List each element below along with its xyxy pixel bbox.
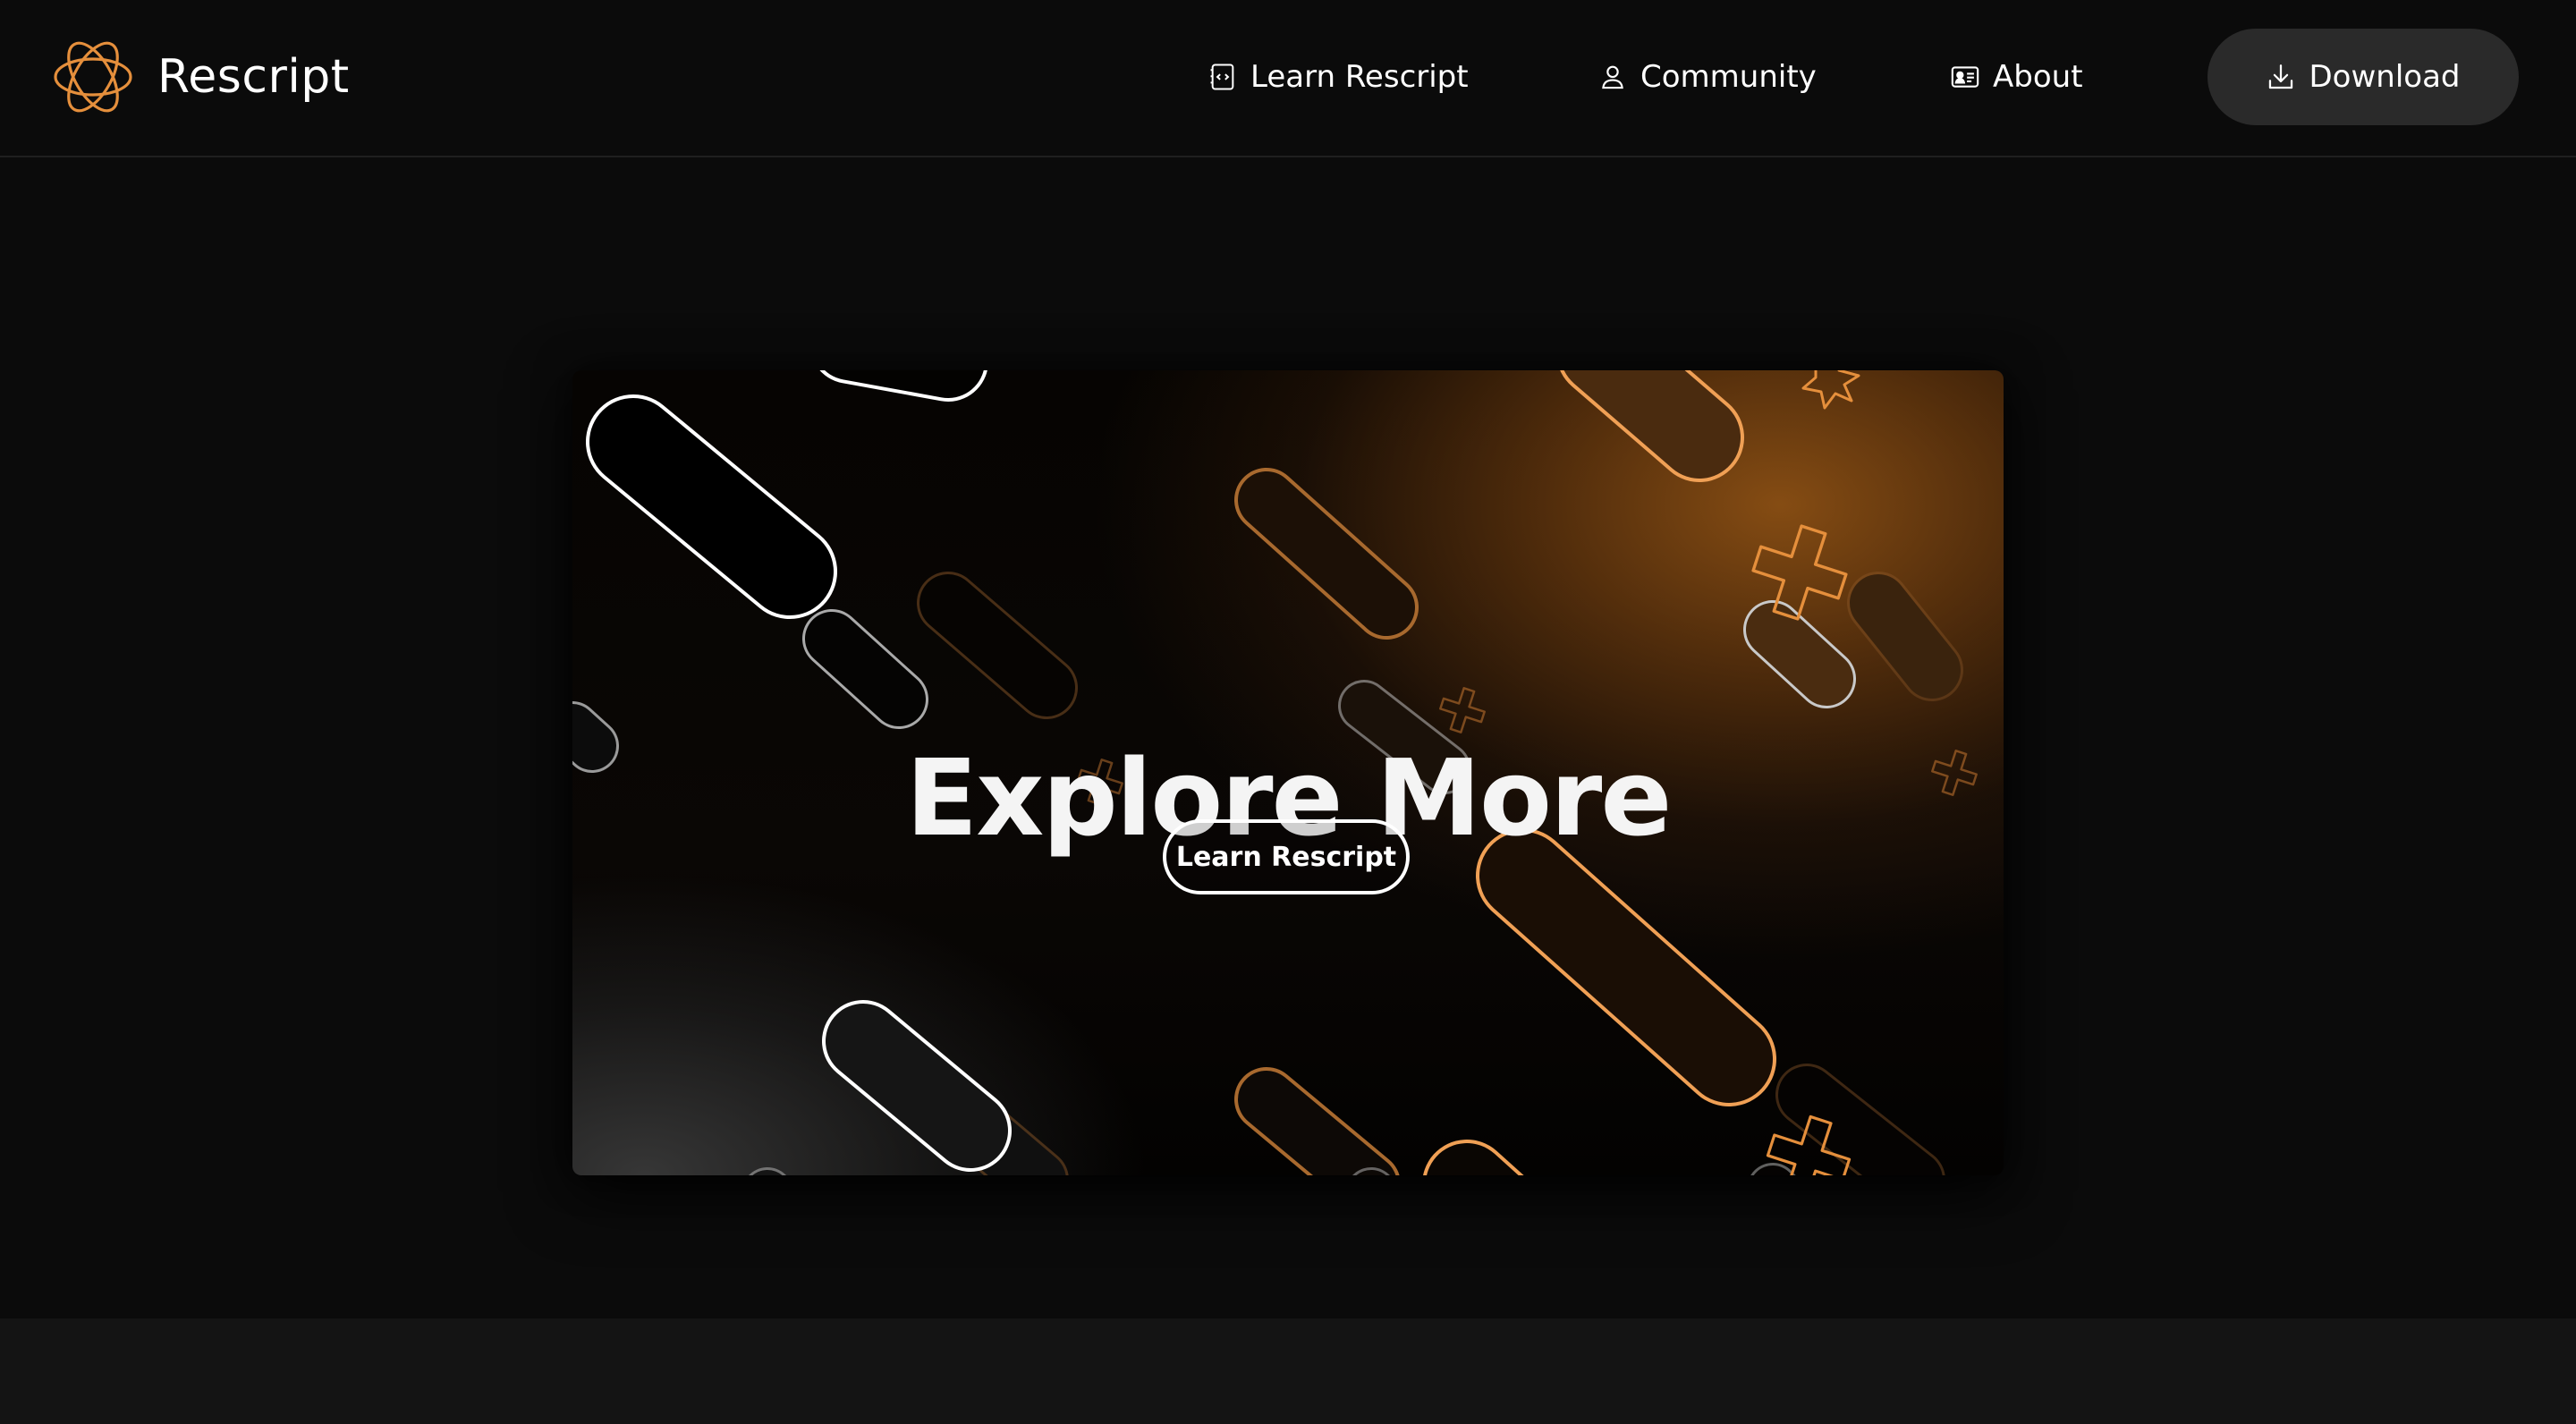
nav-item-label: Learn Rescript	[1250, 59, 1469, 95]
id-card-icon	[1951, 66, 1979, 88]
download-icon	[2269, 64, 2293, 89]
nav-item-community[interactable]: Community	[1597, 54, 1817, 100]
site-header: Rescript Learn Rescript Community About …	[0, 0, 2576, 157]
nav-item-label: Community	[1640, 59, 1817, 95]
download-button[interactable]: Download	[2207, 29, 2519, 125]
code-file-icon	[1210, 64, 1234, 90]
user-icon	[1602, 65, 1623, 89]
next-section	[0, 1318, 2576, 1424]
nav-item-about[interactable]: About	[1950, 54, 2083, 100]
download-label: Download	[2309, 59, 2461, 95]
nav-item-label: About	[1993, 59, 2083, 95]
explore-hero-banner: Explore More Learn Rescript	[572, 370, 2004, 1175]
nav-item-learn-rescript[interactable]: Learn Rescript	[1208, 54, 1469, 100]
brand[interactable]: Rescript	[50, 34, 350, 120]
atom-orbit-icon	[54, 41, 132, 113]
brand-name: Rescript	[157, 50, 350, 104]
learn-rescript-button[interactable]: Learn Rescript	[1163, 819, 1410, 894]
